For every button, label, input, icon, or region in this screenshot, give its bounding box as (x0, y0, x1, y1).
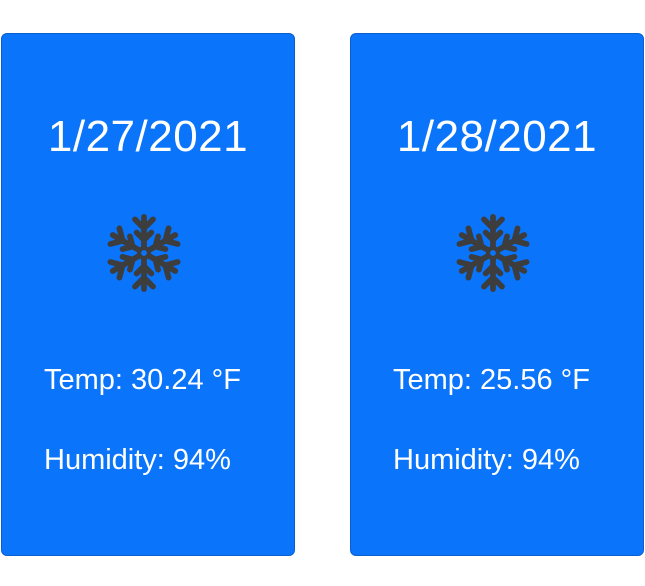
temperature-text: Temp: 25.56 °F (393, 364, 590, 396)
forecast-date: 1/27/2021 (47, 112, 249, 161)
temperature-text: Temp: 30.24 °F (44, 364, 241, 396)
forecast-cards: 1/27/2021 Temp: 30.24 °F Humidity: 94% 1… (0, 0, 645, 586)
forecast-card: 1/28/2021 Temp: 25.56 °F Humidity: 94% (350, 33, 644, 556)
humidity-text: Humidity: 94% (393, 444, 580, 476)
humidity-text: Humidity: 94% (44, 444, 231, 476)
forecast-card: 1/27/2021 Temp: 30.24 °F Humidity: 94% (1, 33, 295, 556)
forecast-date: 1/28/2021 (396, 112, 598, 161)
snowflake-icon (452, 212, 534, 294)
snowflake-icon (103, 212, 185, 294)
